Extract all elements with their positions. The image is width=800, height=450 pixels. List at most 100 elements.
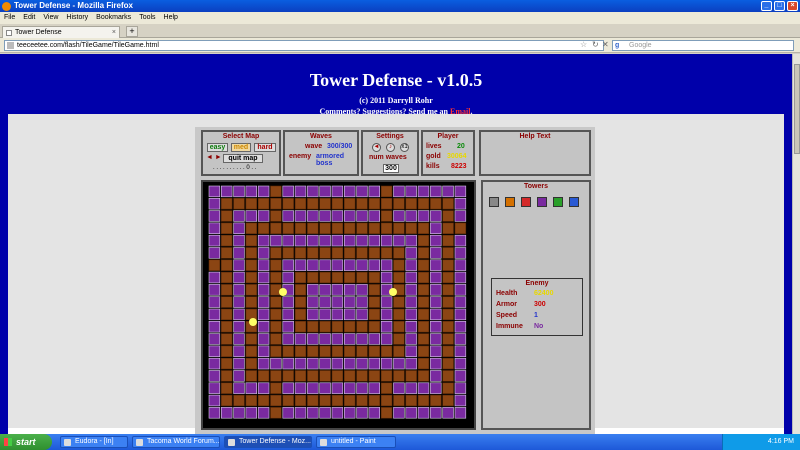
tower-tile[interactable] [208,345,221,357]
tower-tile[interactable] [442,407,454,419]
path-tile[interactable] [393,296,405,308]
path-tile[interactable] [454,222,467,235]
path-tile[interactable] [245,308,258,321]
path-tile[interactable] [417,394,430,407]
tower-tile[interactable] [405,271,417,284]
tower-tile[interactable] [430,234,442,247]
path-tile[interactable] [294,271,307,284]
close-tab-icon[interactable]: × [112,27,116,38]
path-tile[interactable] [270,321,282,333]
menu-view[interactable]: View [43,12,58,24]
tower-tile[interactable] [331,284,344,296]
tower-tile[interactable] [294,407,307,419]
tower-tile[interactable] [356,259,368,271]
tower-tile[interactable] [233,308,245,321]
tower-tile[interactable] [208,321,221,333]
path-tile[interactable] [368,394,380,407]
tower-tile[interactable] [319,210,331,222]
path-tile[interactable] [331,370,344,382]
tower-tile[interactable] [405,321,417,333]
path-tile[interactable] [368,197,380,210]
tower-tile[interactable] [294,259,307,271]
path-tile[interactable] [220,333,233,345]
tower-tile[interactable] [344,296,356,308]
tower-tile[interactable] [294,333,307,345]
path-tile[interactable] [368,222,380,235]
tower-tile[interactable] [319,284,331,296]
path-tile[interactable] [368,271,380,284]
num-waves-input[interactable]: 300 [383,164,399,173]
path-tile[interactable] [294,345,307,357]
path-tile[interactable] [245,370,258,382]
tower-tile[interactable] [454,370,467,382]
tower-tile[interactable] [319,234,331,247]
path-tile[interactable] [442,197,454,210]
tower-tile[interactable] [331,357,344,370]
tower-tile[interactable] [270,234,282,247]
tower-tile[interactable] [307,234,319,247]
tower-tile[interactable] [405,308,417,321]
tower-tile[interactable] [257,185,270,198]
tower-tile[interactable] [282,357,294,370]
path-tile[interactable] [270,394,282,407]
path-tile[interactable] [220,370,233,382]
path-tile[interactable] [294,321,307,333]
path-tile[interactable] [380,345,393,357]
game-board[interactable] [201,180,476,430]
tower-tile[interactable] [430,259,442,271]
path-tile[interactable] [442,394,454,407]
path-tile[interactable] [294,284,307,296]
tower-tile[interactable] [368,382,380,394]
path-tile[interactable] [282,394,294,407]
path-tile[interactable] [368,345,380,357]
path-tile[interactable] [220,345,233,357]
tower-tile[interactable] [257,382,270,394]
tower-tile[interactable] [208,222,221,235]
tower-tile[interactable] [319,407,331,419]
tower-tile[interactable] [233,333,245,345]
path-tile[interactable] [233,197,245,210]
path-tile[interactable] [319,222,331,235]
path-tile[interactable] [344,197,356,210]
tower-tile[interactable] [454,259,467,271]
path-tile[interactable] [442,259,454,271]
path-tile[interactable] [220,247,233,259]
path-tile[interactable] [356,197,368,210]
tower-tile[interactable] [307,308,319,321]
tower-tile[interactable] [282,185,294,198]
path-tile[interactable] [245,345,258,357]
tower-tile[interactable] [331,333,344,345]
tower-tile[interactable] [430,284,442,296]
tower-tile[interactable] [307,296,319,308]
tower-tile[interactable] [220,407,233,419]
path-tile[interactable] [331,321,344,333]
tower-tile[interactable] [454,197,467,210]
path-tile[interactable] [220,308,233,321]
path-tile[interactable] [270,210,282,222]
tower-tile[interactable] [257,321,270,333]
tower-tile[interactable] [282,308,294,321]
tower-tile[interactable] [331,234,344,247]
tower-tile[interactable] [319,357,331,370]
tower-tile[interactable] [430,407,442,419]
path-tile[interactable] [208,259,221,271]
path-tile[interactable] [233,394,245,407]
path-tile[interactable] [270,333,282,345]
stop-icon[interactable]: ✕ [602,40,609,49]
easy-button[interactable]: easy [207,143,228,152]
tower-tile[interactable] [430,345,442,357]
tower-tile[interactable] [257,296,270,308]
tower-tile[interactable] [454,210,467,222]
path-tile[interactable] [417,357,430,370]
tower-tile[interactable] [331,210,344,222]
tower-tile[interactable] [356,357,368,370]
tower-tile[interactable] [344,185,356,198]
tower-tile[interactable] [344,357,356,370]
path-tile[interactable] [393,333,405,345]
tower-tile[interactable] [405,333,417,345]
task-tower-defense[interactable]: Tower Defense - Moz... [224,436,312,448]
search-input[interactable]: g Google [612,40,794,51]
path-tile[interactable] [380,197,393,210]
path-tile[interactable] [344,345,356,357]
path-tile[interactable] [442,234,454,247]
